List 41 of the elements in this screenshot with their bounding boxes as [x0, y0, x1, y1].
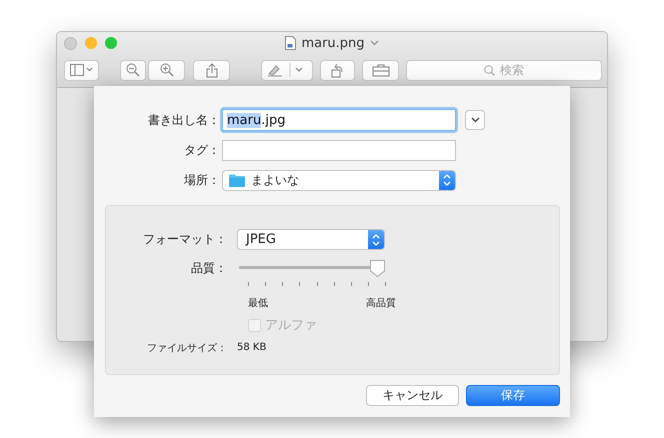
- zoom-in-icon: [160, 63, 174, 77]
- tags-field[interactable]: [222, 140, 456, 160]
- stepper-icon: [372, 234, 380, 246]
- sidebar-button[interactable]: [64, 60, 99, 80]
- filename-field[interactable]: maru.jpg: [222, 109, 456, 131]
- share-button[interactable]: [193, 60, 230, 80]
- file-size-value: 58 KB: [237, 342, 266, 353]
- max-label: 高品質: [366, 296, 396, 310]
- folder-icon: [229, 174, 245, 186]
- document-icon: [285, 36, 296, 50]
- slider-thumb[interactable]: [369, 259, 386, 278]
- rotate-button[interactable]: [320, 60, 355, 80]
- file-size-label: ファイルサイズ：: [146, 342, 228, 354]
- filename-label: 書き出し名：: [147, 112, 221, 128]
- zoom-button[interactable]: [105, 36, 117, 48]
- close-button[interactable]: [64, 36, 77, 50]
- markup-button[interactable]: [261, 60, 313, 80]
- rotate-icon: [330, 62, 344, 78]
- quality-label: 品質：: [190, 260, 228, 277]
- format-label: フォーマット：: [142, 231, 228, 248]
- toolbox-button[interactable]: [362, 60, 399, 80]
- location-label: 場所：: [183, 172, 221, 188]
- min-label: 最低: [248, 297, 268, 310]
- zoom-out-icon: [126, 63, 140, 77]
- chevron-icon: [470, 117, 480, 123]
- caret-icon[interactable]: [370, 40, 379, 46]
- toolbox-icon: [372, 64, 390, 76]
- expand-button[interactable]: [465, 110, 485, 130]
- zoom-out-button[interactable]: [120, 60, 146, 80]
- window-title: maru.png: [301, 36, 365, 50]
- search-icon: [484, 64, 495, 76]
- alpha-label: アルファ: [265, 317, 317, 334]
- minimize-button[interactable]: [85, 36, 97, 48]
- cancel-button[interactable]: キャンセル: [366, 385, 459, 406]
- share-icon: [206, 62, 218, 78]
- zoom-in-button[interactable]: [148, 60, 185, 80]
- tags-label: タグ：: [183, 142, 221, 158]
- sidebar-icon: [70, 64, 94, 76]
- location-popup[interactable]: まよいな: [222, 170, 456, 190]
- stepper-icon: [443, 174, 451, 186]
- format-popup[interactable]: JPEG: [237, 229, 385, 250]
